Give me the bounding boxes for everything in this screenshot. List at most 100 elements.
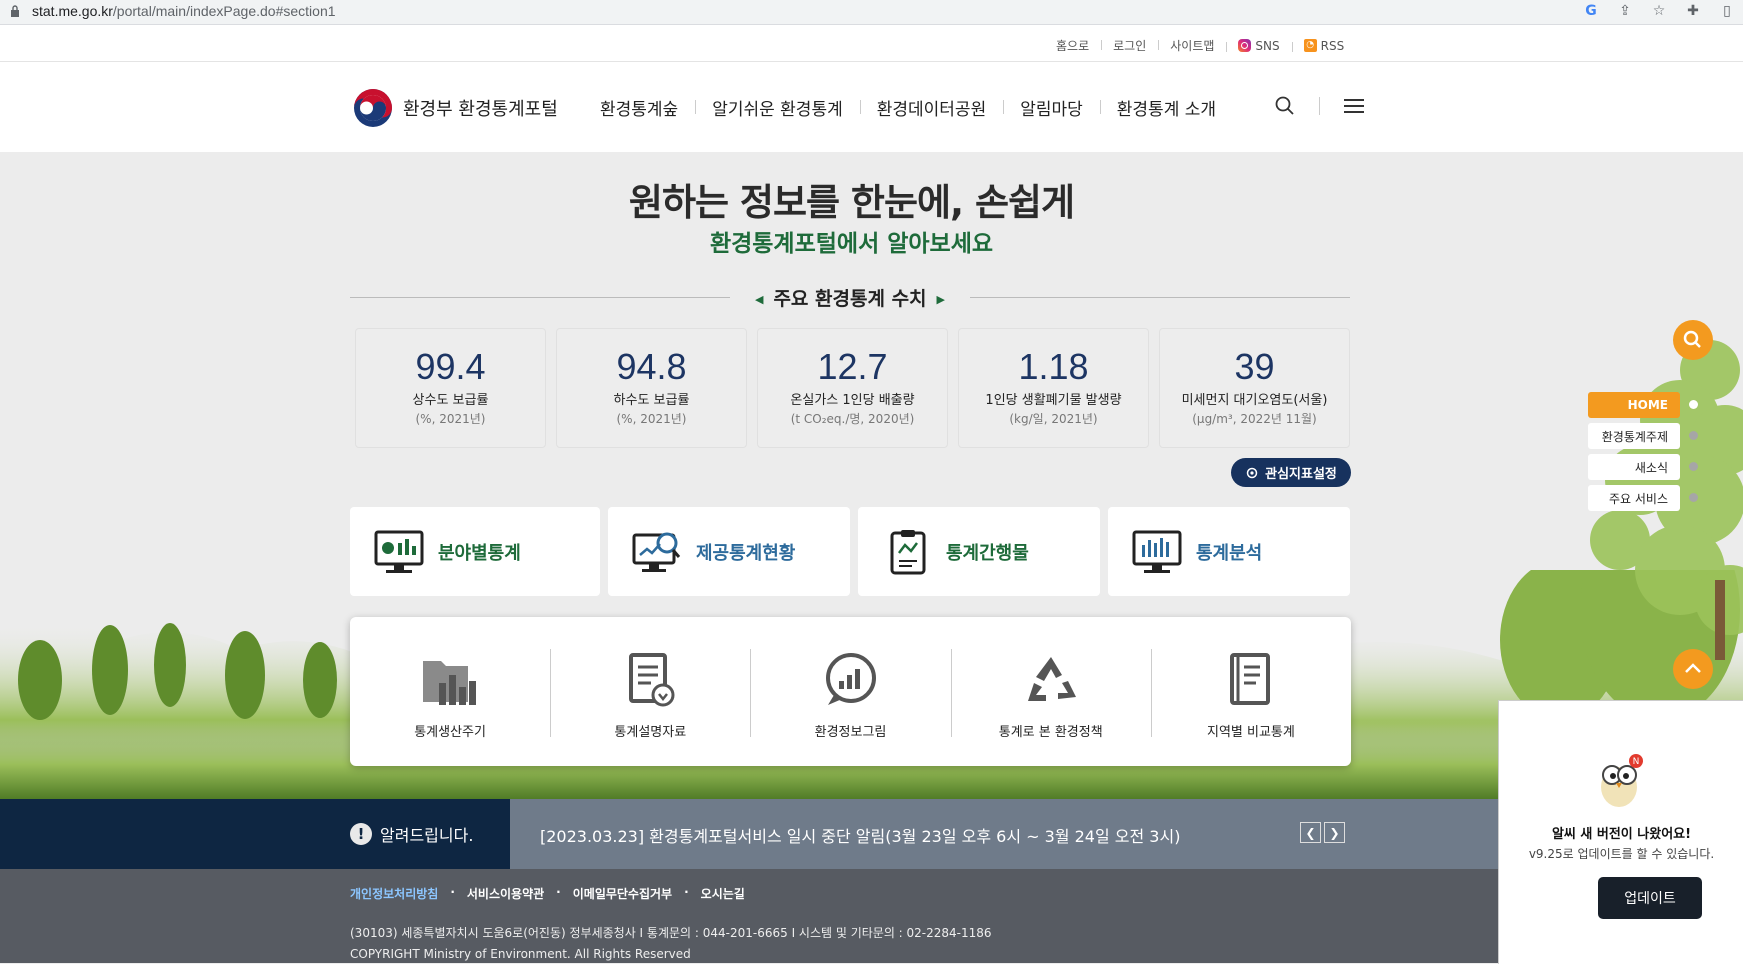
next-arrow-icon[interactable]: ▶ [937,293,945,306]
recycle-icon [1027,657,1076,701]
card-field-stats[interactable]: 분야별통계 [350,507,600,596]
rss-icon: ◔ [1303,39,1317,52]
stat-value: 99.4 [415,346,486,387]
card-analysis[interactable]: 통계분석 [1108,507,1350,596]
quick-link-label: 지역별 비교통계 [1206,725,1295,740]
google-icon[interactable]: G [1583,3,1599,19]
key-stats-list: 99.4 상수도 보급률 (%, 2021년) 94.8 하수도 보급률 (%,… [355,328,1350,448]
stats-section-title: ◀ 주요 환경통계 수치 ▶ [730,284,970,311]
nav-item-easy-stats[interactable]: 알기쉬운 환경통계 [695,95,860,120]
instagram-icon [1238,39,1252,52]
quick-link-label: 통계설명자료 [614,725,687,740]
terms-link[interactable]: 서비스이용약관 [467,885,544,902]
quick-menu-topics[interactable]: 환경통계주제 [1588,423,1698,449]
clipboard-icon [890,529,926,574]
card-publications[interactable]: 통계간행물 [858,507,1100,596]
quick-menu-news[interactable]: 새소식 [1588,454,1698,480]
browser-address-bar[interactable]: stat.me.go.kr/portal/main/indexPage.do#s… [0,0,1743,25]
quick-menu: HOME 환경통계주제 새소식 주요 서비스 [1588,392,1698,511]
stat-value: 1.18 [1018,346,1089,387]
footer-copyright: COPYRIGHT Ministry of Environment. All R… [350,947,691,961]
footer-separator: · [450,885,455,899]
stat-card-waste[interactable]: 1.18 1인당 생활폐기물 발생량 (kg/일, 2021년) [958,328,1149,448]
stat-label: 1인당 생활폐기물 발생량 [985,393,1122,408]
search-icon[interactable] [1275,96,1295,116]
taegeuk-emblem-icon [354,89,392,127]
notice-next-button[interactable]: ❯ [1324,822,1345,843]
site-header: 환경부 환경통계포털 환경통계숲 알기쉬운 환경통계 환경데이터공원 알림마당 … [0,62,1743,152]
star-icon[interactable]: ☆ [1651,3,1667,19]
scroll-top-button[interactable] [1673,649,1713,689]
extensions-icon[interactable]: ✚ [1685,3,1701,19]
monitor-chart-icon [374,530,424,573]
stat-card-fine-dust[interactable]: 39 미세먼지 대기오염도(서울) (μg/m³, 2022년 11월) [1159,328,1350,448]
directions-link[interactable]: 오시는길 [701,885,745,902]
util-rss-link[interactable]: ◔ RSS [1291,38,1357,53]
header-divider [1319,97,1320,115]
footer-address: (30103) 세종특별자치시 도움6로(어진동) 정부세종청사 I 통계문의 … [350,926,992,940]
quick-link-production-cycle[interactable]: 통계생산주기 [350,617,550,766]
quick-link-label: 통계로 본 환경정책 [998,725,1103,740]
utility-bar: 홈으로 로그인 사이트맵 SNS ◔ RSS [0,25,1743,62]
site-logo[interactable]: 환경부 환경통계포털 [353,88,558,128]
footer-separator: · [684,885,689,899]
quick-menu-home[interactable]: HOME [1588,392,1698,418]
sidepanel-icon[interactable]: ▯ [1719,3,1735,19]
quick-links-panel: 통계생산주기 통계설명자료 환경정보그림 통계로 본 환경정책 지역별 비교통계 [350,617,1351,766]
stat-unit: (%, 2021년) [415,412,486,426]
card-label: 제공통계현황 [696,542,796,564]
quick-link-policy[interactable]: 통계로 본 환경정책 [950,617,1151,766]
notice-prev-button[interactable]: ❮ [1300,822,1321,843]
stat-value: 94.8 [616,346,687,387]
util-sitemap-link[interactable]: 사이트맵 [1158,37,1226,54]
update-button[interactable]: 업데이트 [1598,877,1702,919]
notice-message[interactable]: [2023.03.23] 환경통계포털서비스 일시 중단 알림(3월 23일 오… [540,823,1180,847]
privacy-policy-link[interactable]: 개인정보처리방침 [350,885,438,902]
stat-unit: (t CO₂eq./명, 2020년) [790,412,915,426]
nav-item-data-park[interactable]: 환경데이터공원 [859,95,1003,120]
update-popup: N 알씨 새 버전이 나왔어요! v9.25로 업데이트를 할 수 있습니다. … [1498,700,1743,964]
new-badge: N [1633,757,1640,767]
notice-label-text: 알려드립니다. [380,826,474,845]
popup-title: 알씨 새 버전이 나왔어요! [1551,827,1692,842]
footer-separator: · [556,885,561,899]
quick-link-regional[interactable]: 지역별 비교통계 [1150,617,1351,766]
url-text[interactable]: stat.me.go.kr/portal/main/indexPage.do#s… [32,3,336,19]
stat-value: 39 [1234,346,1275,387]
util-login-link[interactable]: 로그인 [1101,37,1158,54]
stat-label: 미세먼지 대기오염도(서울) [1181,393,1328,408]
nav-item-stats-forest[interactable]: 환경통계숲 [600,95,695,120]
quick-search-button[interactable] [1673,320,1713,360]
nav-item-about[interactable]: 환경통계 소개 [1099,95,1233,120]
indicator-settings-button[interactable]: 관심지표설정 [1231,458,1351,487]
monitor-magnifier-icon [632,532,681,572]
util-sns-link[interactable]: SNS [1226,39,1291,53]
document-download-icon [629,653,675,707]
email-refusal-link[interactable]: 이메일무단수집거부 [573,885,672,902]
stat-unit: (%, 2021년) [616,412,687,426]
quick-link-label: 환경정보그림 [814,725,887,740]
stat-card-ghg[interactable]: 12.7 온실가스 1인당 배출량 (t CO₂eq./명, 2020년) [757,328,948,448]
hero-subtitle: 환경통계포털에서 알아보세요 [709,231,994,257]
hamburger-menu-icon[interactable] [1344,97,1364,115]
chevron-up-icon [1685,663,1701,673]
rss-label: RSS [1320,38,1345,53]
stat-card-water-supply[interactable]: 99.4 상수도 보급률 (%, 2021년) [355,328,546,448]
search-icon [1683,330,1701,348]
util-home-link[interactable]: 홈으로 [1044,37,1101,54]
notice-label: ! 알려드립니다. [350,822,473,846]
monitor-bars-icon [1132,530,1182,573]
popup-description: v9.25로 업데이트를 할 수 있습니다. [1528,847,1715,861]
nav-item-notice[interactable]: 알림마당 [1003,95,1100,120]
quick-link-label: 통계생산주기 [414,725,486,740]
prev-arrow-icon[interactable]: ◀ [755,293,763,306]
card-provided-stats[interactable]: 제공통계현황 [608,507,850,596]
quick-menu-services[interactable]: 주요 서비스 [1588,485,1698,511]
quick-link-infographic[interactable]: 환경정보그림 [750,617,950,766]
stat-card-sewerage[interactable]: 94.8 하수도 보급률 (%, 2021년) [556,328,747,448]
share-icon[interactable]: ⇪ [1617,3,1633,19]
quick-link-description-data[interactable]: 통계설명자료 [550,617,750,766]
url-host: stat.me.go.kr [32,3,113,19]
stat-label: 온실가스 1인당 배출량 [790,393,915,408]
stat-value: 12.7 [817,346,888,387]
